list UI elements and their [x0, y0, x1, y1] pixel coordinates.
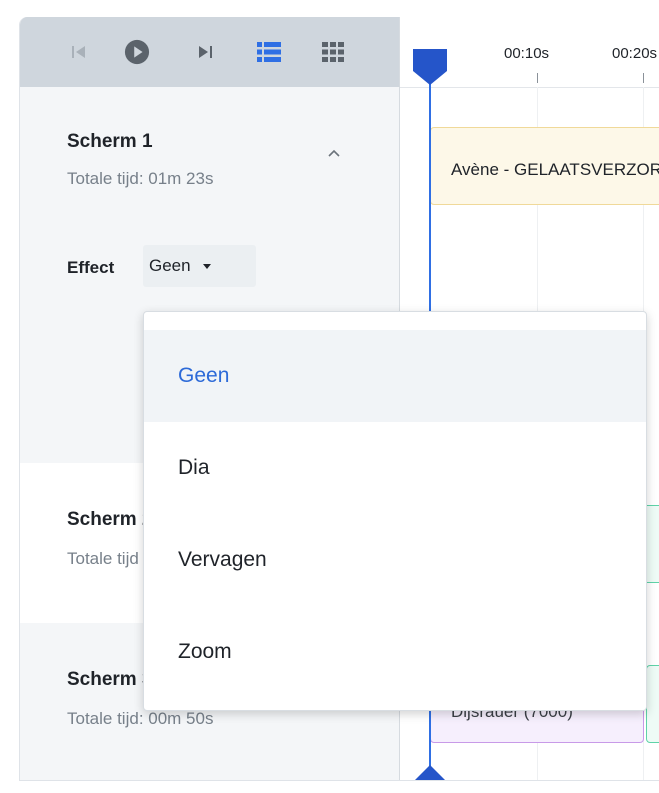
- playhead-end-icon: [414, 765, 446, 780]
- screen-total-time: Totale tijd: [67, 549, 139, 568]
- skip-forward-icon[interactable]: [192, 39, 218, 65]
- playback-toolbar: [20, 17, 399, 87]
- ruler-tick: [643, 73, 644, 83]
- grid-view-icon[interactable]: [320, 39, 346, 65]
- skip-back-icon[interactable]: [66, 39, 92, 65]
- playhead-handle-icon[interactable]: [411, 47, 449, 92]
- screen-title: Scherm 1: [67, 131, 153, 152]
- effect-option-geen[interactable]: Geen: [144, 330, 646, 422]
- ruler-tick: [537, 73, 538, 83]
- screen-total-time: Totale tijd: 01m 23s: [67, 169, 214, 188]
- screen-title: Scherm 3: [67, 669, 153, 690]
- effect-dropdown-menu: Geen Dia Vervagen Zoom: [143, 311, 647, 711]
- screen-total-time: Totale tijd: 00m 50s: [67, 709, 214, 728]
- effect-select-value: Geen: [149, 256, 191, 275]
- effect-label: Effect: [67, 258, 115, 277]
- timeline-clip-1[interactable]: Avène - GELAATSVERZORGING: [430, 127, 659, 205]
- play-icon[interactable]: [124, 39, 150, 65]
- tick-label: 00:10s: [504, 45, 550, 62]
- effect-select[interactable]: Geen: [143, 245, 256, 287]
- effect-option-vervagen[interactable]: Vervagen: [144, 514, 646, 606]
- tick-label: 00:20s: [612, 45, 658, 62]
- list-view-icon[interactable]: [256, 39, 282, 65]
- chevron-up-icon[interactable]: [327, 145, 341, 163]
- timeline-clip-4[interactable]: [646, 665, 659, 743]
- caret-down-icon: [202, 263, 211, 269]
- clip-label: Avène - GELAATSVERZORGING: [451, 160, 659, 179]
- effect-option-dia[interactable]: Dia: [144, 422, 646, 514]
- effect-option-zoom[interactable]: Zoom: [144, 606, 646, 698]
- screen-title: Scherm 2: [67, 509, 153, 530]
